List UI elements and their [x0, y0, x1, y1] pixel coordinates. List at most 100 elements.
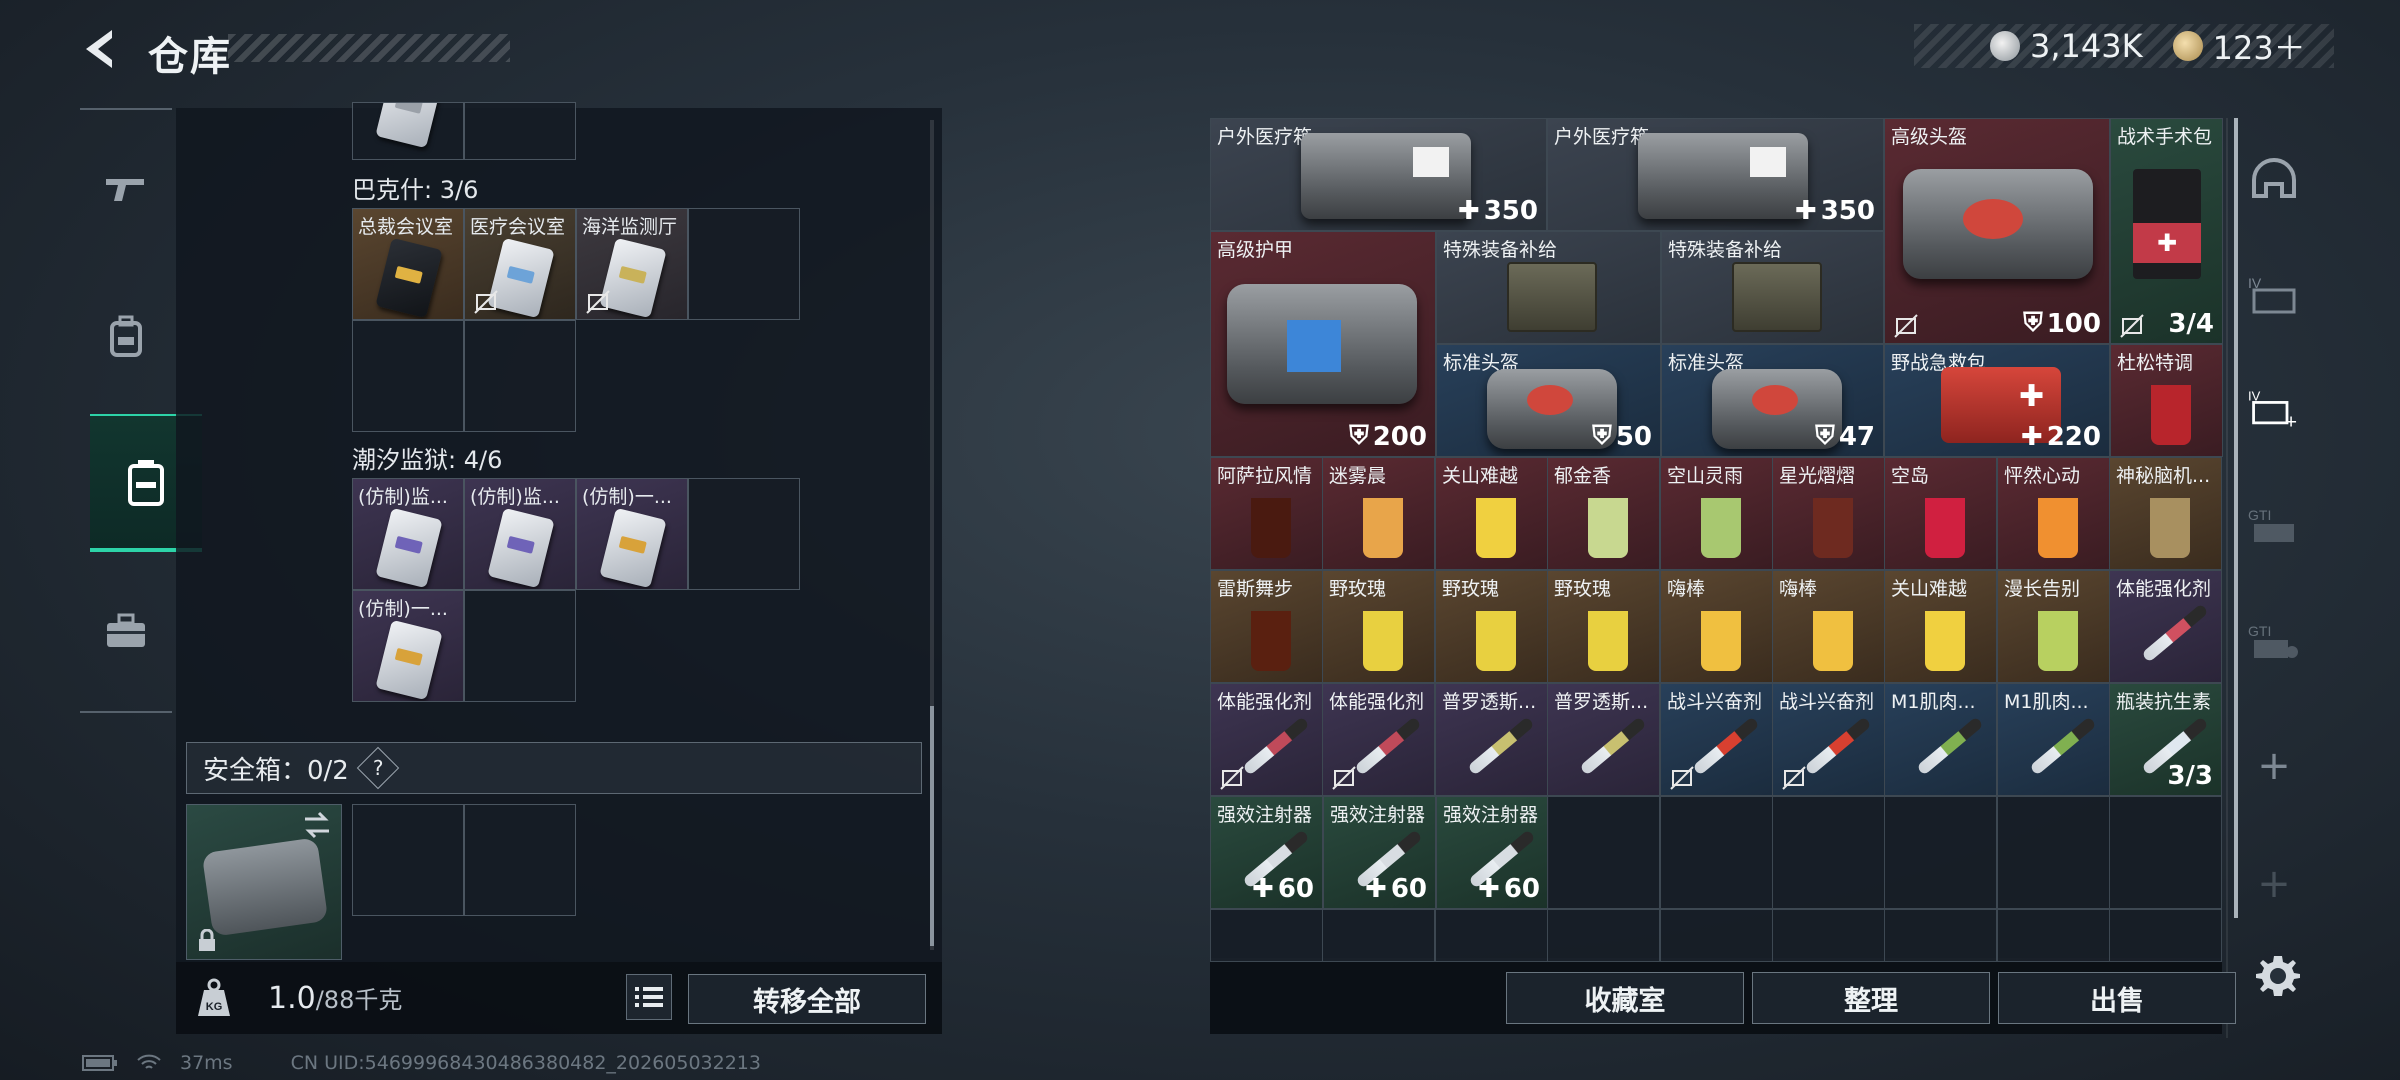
transfer-all-button[interactable]: 转移全部: [688, 974, 926, 1024]
sort-button[interactable]: 整理: [1752, 972, 1990, 1024]
item-outdoor-medkit[interactable]: 户外医疗箱 ✚ 350: [1547, 118, 1884, 231]
rail-storage-iv-1-icon[interactable]: IV: [2248, 268, 2300, 320]
item-drink[interactable]: 怦然心动: [1997, 457, 2110, 570]
item-proteus[interactable]: 普罗透斯...: [1435, 683, 1548, 796]
empty-slot[interactable]: [1660, 909, 1773, 962]
item-name: 体能强化剂: [1329, 691, 1425, 713]
item-drink[interactable]: 杜松特调: [2110, 344, 2223, 457]
keycard-slot[interactable]: (仿制)监...: [464, 478, 576, 590]
help-icon[interactable]: ?: [356, 746, 400, 790]
item-drink[interactable]: 空岛: [1884, 457, 1997, 570]
item-stim-injector[interactable]: 体能强化剂: [1210, 683, 1323, 796]
item-outdoor-medkit[interactable]: 户外医疗箱 ✚ 350: [1210, 118, 1547, 231]
item-name: 雷斯舞步: [1217, 578, 1294, 600]
rail-add-storage-icon[interactable]: +: [2248, 858, 2300, 910]
item-antibiotics[interactable]: 瓶装抗生素 3/3: [2109, 683, 2222, 796]
rail-add-storage-icon[interactable]: +: [2248, 740, 2300, 792]
item-special-supply[interactable]: 特殊装备补给: [1661, 231, 1884, 344]
empty-slot[interactable]: [1772, 796, 1885, 909]
item-tactical-surgery-kit[interactable]: 战术手术包 ✚ 3/4: [2110, 118, 2223, 344]
list-view-button[interactable]: [626, 974, 672, 1020]
item-proteus[interactable]: 普罗透斯...: [1547, 683, 1660, 796]
empty-slot[interactable]: [2109, 796, 2222, 909]
empty-slot[interactable]: [1997, 909, 2110, 962]
plus-heal-icon: ✚: [1794, 196, 1817, 226]
empty-slot[interactable]: [464, 320, 576, 432]
item-advanced-helmet[interactable]: 高级头盔 ⛨ 100: [1884, 118, 2110, 344]
empty-slot[interactable]: [1435, 909, 1548, 962]
rail-dome-icon[interactable]: [2248, 152, 2300, 204]
item-stim-injector[interactable]: 体能强化剂: [2109, 570, 2222, 683]
keycard-slot[interactable]: (仿制)监...: [352, 478, 464, 590]
left-scrollbar-thumb[interactable]: [930, 706, 934, 946]
empty-slot[interactable]: [1884, 796, 1997, 909]
item-combat-stim[interactable]: 战斗兴奋剂: [1772, 683, 1885, 796]
tab-gear[interactable]: [80, 268, 172, 406]
item-strong-injector[interactable]: 强效注射器 ✚ 60: [1323, 796, 1436, 909]
rail-storage-gti-2-icon[interactable]: GTI: [2248, 616, 2300, 668]
item-drink[interactable]: 星光熠熠: [1772, 457, 1885, 570]
item-drink[interactable]: 野玫瑰: [1547, 570, 1660, 683]
item-art: [1242, 716, 1310, 776]
swap-icon[interactable]: [301, 811, 333, 839]
empty-slot[interactable]: [352, 804, 464, 916]
keycard-slot[interactable]: 海洋监测厅: [576, 208, 688, 320]
keycard-slot[interactable]: (仿制)一...: [352, 590, 464, 702]
item-name: (仿制)监...: [470, 486, 560, 508]
item-drink[interactable]: 空山灵雨: [1660, 457, 1773, 570]
empty-slot[interactable]: [688, 208, 800, 320]
empty-slot[interactable]: [2109, 909, 2222, 962]
empty-slot[interactable]: [1210, 909, 1323, 962]
item-m1-muscle[interactable]: M1肌肉...: [1997, 683, 2110, 796]
empty-slot[interactable]: [1322, 909, 1435, 962]
sell-button[interactable]: 出售: [1998, 972, 2236, 1024]
empty-slot[interactable]: [1884, 909, 1997, 962]
item-drink[interactable]: 野玫瑰: [1322, 570, 1435, 683]
empty-slot[interactable]: [1547, 909, 1660, 962]
item-standard-helmet[interactable]: 标准头盔 ⛨ 50: [1436, 344, 1661, 457]
empty-slot[interactable]: [1547, 796, 1660, 909]
item-combat-stim[interactable]: 战斗兴奋剂: [1660, 683, 1773, 796]
empty-slot[interactable]: [688, 478, 800, 590]
rail-storage-iv-add-icon[interactable]: IV +: [2248, 382, 2300, 434]
empty-slot[interactable]: [1660, 796, 1773, 909]
item-special-supply[interactable]: 特殊装备补给: [1436, 231, 1661, 344]
item-strong-injector[interactable]: 强效注射器 ✚ 60: [1436, 796, 1549, 909]
inventory-slot[interactable]: [352, 102, 464, 160]
item-drink[interactable]: 阿萨拉风情: [1210, 457, 1323, 570]
tab-weapons[interactable]: [80, 120, 172, 258]
empty-slot[interactable]: [464, 102, 576, 160]
item-drink[interactable]: 迷雾晨: [1322, 457, 1435, 570]
keycard-slot[interactable]: (仿制)一...: [576, 478, 688, 590]
empty-slot[interactable]: [352, 320, 464, 432]
keycard-slot[interactable]: 医疗会议室: [464, 208, 576, 320]
item-drink[interactable]: 嗨棒: [1772, 570, 1885, 683]
item-m1-muscle[interactable]: M1肌肉...: [1884, 683, 1997, 796]
item-drink[interactable]: 漫长告别: [1997, 570, 2110, 683]
item-strong-injector[interactable]: 强效注射器 ✚ 60: [1210, 796, 1323, 909]
empty-slot[interactable]: [464, 590, 576, 702]
lock-icon: [199, 929, 215, 951]
item-field-first-aid[interactable]: 野战急救包 ✚ ✚ 220: [1884, 344, 2110, 457]
safe-case-slot[interactable]: [186, 804, 342, 960]
gear-icon[interactable]: [2254, 952, 2302, 1000]
empty-slot[interactable]: [464, 804, 576, 916]
item-standard-helmet[interactable]: 标准头盔 ⛨ 47: [1661, 344, 1884, 457]
item-drink[interactable]: 郁金香: [1547, 457, 1660, 570]
item-drink[interactable]: 野玫瑰: [1435, 570, 1548, 683]
rail-storage-gti-1-icon[interactable]: GTI: [2248, 500, 2300, 552]
empty-slot[interactable]: [1772, 909, 1885, 962]
item-stim-injector[interactable]: 体能强化剂: [1322, 683, 1435, 796]
item-drink[interactable]: 嗨棒: [1660, 570, 1773, 683]
item-neural-chip[interactable]: 神秘脑机...: [2109, 457, 2222, 570]
collection-room-button[interactable]: 收藏室: [1506, 972, 1744, 1024]
gold-amount[interactable]: 123＋: [2213, 23, 2306, 69]
item-drink[interactable]: 关山难越: [1884, 570, 1997, 683]
item-drink[interactable]: 雷斯舞步: [1210, 570, 1323, 683]
back-arrow-icon[interactable]: [78, 26, 124, 72]
tab-toolbox[interactable]: [80, 562, 172, 700]
empty-slot[interactable]: [1997, 796, 2110, 909]
item-drink[interactable]: 关山难越: [1435, 457, 1548, 570]
keycard-slot[interactable]: 总裁会议室: [352, 208, 464, 320]
item-advanced-armor[interactable]: 高级护甲 ⛨ 200: [1210, 231, 1436, 457]
